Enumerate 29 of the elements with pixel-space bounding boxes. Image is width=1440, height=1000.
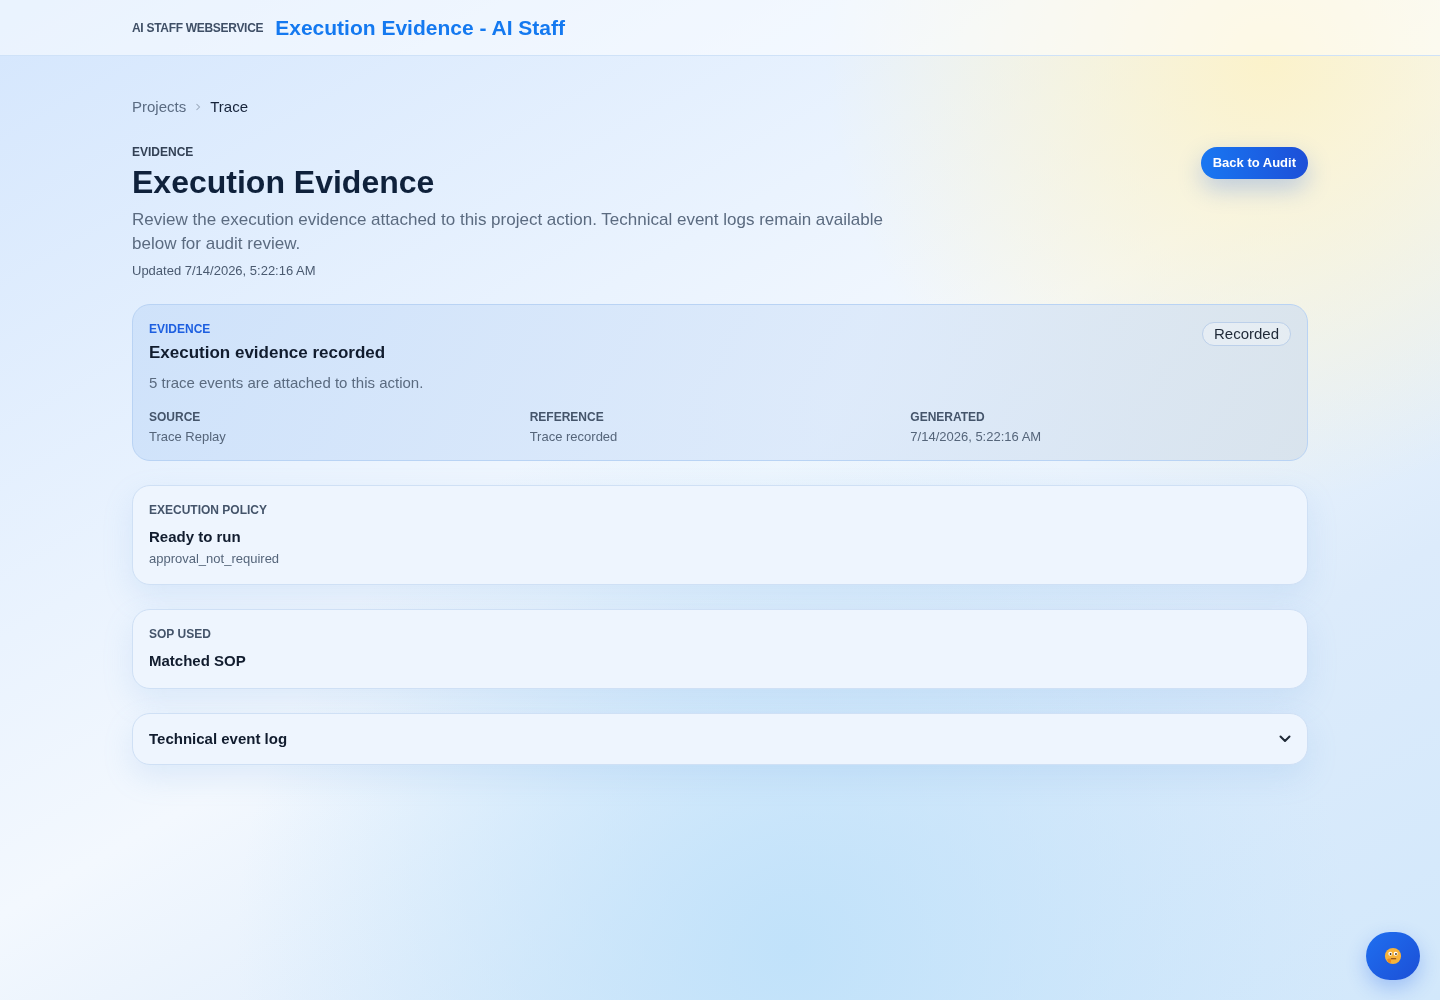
section-eyebrow: EVIDENCE [132, 144, 195, 160]
field-value: Trace Replay [149, 428, 227, 446]
technical-log-toggle[interactable]: Technical event log [132, 713, 1308, 765]
back-to-audit-button[interactable]: Back to Audit [1200, 147, 1308, 179]
field-label: REFERENCE [529, 409, 605, 425]
card-label: EXECUTION POLICY [149, 502, 268, 518]
assistant-button[interactable] [1366, 932, 1420, 980]
thinking-face-icon [1384, 947, 1402, 965]
card-title: Matched SOP [149, 651, 247, 671]
field-value: Trace recorded [529, 428, 619, 446]
card-detail: approval_not_required [149, 550, 281, 568]
page-description: Review the execution evidence attached to this project action. Technical event logs remain available below for audit review. [132, 209, 884, 255]
field-label: GENERATED [910, 409, 986, 425]
status-badge: Recorded [1201, 322, 1291, 346]
card-summary: 5 trace events are attached to this action. [149, 373, 424, 393]
field-label: SOURCE [149, 409, 202, 425]
brand-name: AI STAFF WEBSERVICE [132, 19, 264, 37]
page-title: Execution Evidence [132, 163, 436, 202]
page-header-title: Execution Evidence - AI Staff [275, 14, 565, 41]
chevron-down-icon [1279, 735, 1291, 743]
chevron-right-icon [195, 103, 202, 111]
updated-timestamp: Updated 7/14/2026, 5:22:16 AM [132, 262, 317, 280]
field-value: 7/14/2026, 5:22:16 AM [910, 428, 1043, 446]
card-title: Execution evidence recorded [149, 342, 387, 364]
breadcrumb-link[interactable]: Projects [132, 95, 187, 119]
card-title: Ready to run [149, 527, 242, 547]
breadcrumb-current: Trace [210, 96, 248, 117]
card-eyebrow: EVIDENCE [149, 321, 212, 337]
card-label: SOP USED [149, 626, 212, 642]
